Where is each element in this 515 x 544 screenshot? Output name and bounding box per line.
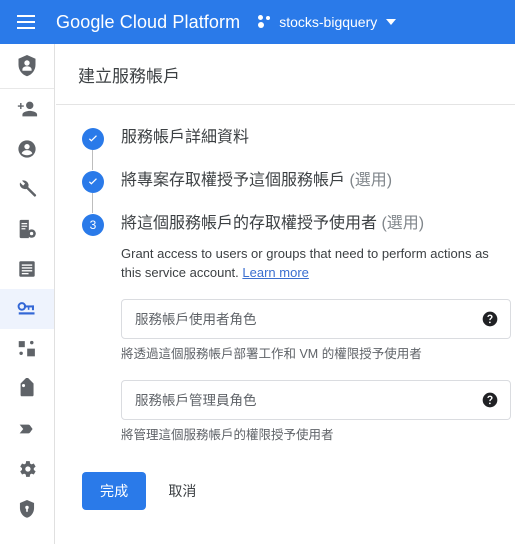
sidebar-item-labels[interactable]	[0, 369, 54, 409]
step-2[interactable]: 將專案存取權授予這個服務帳戶 (選用)	[82, 170, 515, 213]
step-3-body: Grant access to users or groups that nee…	[82, 244, 515, 444]
sidebar-item-logs[interactable]	[0, 249, 54, 289]
sidebar-item-person-add[interactable]	[0, 89, 54, 129]
step-2-optional: (選用)	[349, 172, 393, 189]
step-3-head[interactable]: 3 將這個服務帳戶的存取權授予使用者 (選用)	[82, 213, 515, 236]
step-3-marker-number: 3	[82, 214, 104, 236]
learn-more-link[interactable]: Learn more	[242, 265, 308, 280]
chevron-tag-icon	[19, 424, 33, 434]
step-1-title: 服務帳戶詳細資料	[121, 129, 250, 146]
service-account-users-role-input[interactable]	[122, 300, 510, 338]
account-circle-icon	[18, 140, 36, 158]
document-settings-icon	[19, 219, 36, 239]
dashboard-squares-icon	[18, 340, 35, 357]
sidebar-item-security[interactable]	[0, 489, 54, 529]
service-account-admins-role-input[interactable]	[122, 381, 510, 419]
key-icon	[17, 302, 35, 315]
hamburger-bar	[17, 27, 35, 29]
shield-icon	[19, 500, 35, 518]
step-3-title: 將這個服務帳戶的存取權授予使用者	[121, 215, 378, 232]
cancel-button[interactable]: 取消	[154, 472, 210, 510]
sidebar-item-tools[interactable]	[0, 169, 54, 209]
form-actions: 完成 取消	[56, 444, 515, 510]
brand-title[interactable]: Google Cloud Platform	[56, 12, 240, 33]
step-1-label: 服務帳戶詳細資料	[121, 127, 249, 149]
sidebar-item-quotas[interactable]	[0, 209, 54, 249]
service-account-users-role-box[interactable]	[121, 299, 511, 339]
project-name-label: stocks-bigquery	[279, 14, 378, 30]
project-selector[interactable]: stocks-bigquery	[258, 14, 397, 30]
chevron-down-icon	[386, 19, 397, 25]
top-app-bar: Google Cloud Platform stocks-bigquery	[0, 0, 515, 44]
service-account-admins-role-hint: 將管理這個服務帳戶的權限授予使用者	[121, 428, 334, 442]
hamburger-menu-icon[interactable]	[4, 0, 48, 44]
label-tag-icon	[20, 378, 34, 397]
sidebar-item-dashboard[interactable]	[0, 329, 54, 369]
step-3-label: 將這個服務帳戶的存取權授予使用者 (選用)	[121, 213, 424, 235]
service-account-users-role-group: 將透過這個服務帳戶部署工作和 VM 的權限授予使用者	[121, 299, 515, 363]
step-connector-1	[92, 150, 93, 170]
gear-icon	[20, 461, 36, 477]
step-1-head[interactable]: 服務帳戶詳細資料	[82, 127, 515, 150]
step-2-title: 將專案存取權授予這個服務帳戶	[121, 172, 346, 189]
help-icon[interactable]	[482, 392, 498, 408]
sidebar-item-account[interactable]	[0, 129, 54, 169]
sidebar-item-privacy[interactable]	[0, 409, 54, 449]
step-3-optional: (選用)	[381, 215, 425, 232]
service-account-admins-role-group: 將管理這個服務帳戶的權限授予使用者	[121, 380, 515, 444]
sidebar-item-settings[interactable]	[0, 449, 54, 489]
help-icon[interactable]	[482, 311, 498, 327]
service-account-admins-role-box[interactable]	[121, 380, 511, 420]
person-add-icon	[17, 101, 38, 117]
article-list-icon	[19, 261, 35, 277]
step-2-label: 將專案存取權授予這個服務帳戶 (選用)	[121, 170, 392, 192]
shield-person-icon	[18, 55, 36, 77]
step-2-head[interactable]: 將專案存取權授予這個服務帳戶 (選用)	[82, 170, 515, 193]
step-3[interactable]: 3 將這個服務帳戶的存取權授予使用者 (選用) Grant access to …	[82, 213, 515, 444]
sidebar-rail	[0, 44, 55, 544]
project-dots-icon	[258, 15, 272, 29]
hamburger-bar	[17, 21, 35, 23]
sidebar-header-icon-wrap[interactable]	[0, 44, 54, 89]
create-service-account-stepper: 服務帳戶詳細資料 將專案存取權授予這個服務帳戶 (選用) 3 將這個服務帳戶的存…	[56, 105, 515, 444]
hamburger-bar	[17, 15, 35, 17]
wrench-icon	[19, 180, 37, 197]
step-3-description: Grant access to users or groups that nee…	[121, 244, 493, 282]
step-1-marker-check-icon	[82, 128, 104, 150]
main-content: 建立服務帳戶 服務帳戶詳細資料 將專案存取權授予這個服務帳戶 (選用) 3 將這…	[56, 44, 515, 544]
step-connector-2	[92, 193, 93, 213]
done-button[interactable]: 完成	[82, 472, 147, 510]
page-title: 建立服務帳戶	[78, 67, 180, 86]
step-2-marker-check-icon	[82, 171, 104, 193]
sidebar-item-service-accounts[interactable]	[0, 289, 54, 329]
service-account-users-role-hint: 將透過這個服務帳戶部署工作和 VM 的權限授予使用者	[121, 347, 422, 361]
step-1[interactable]: 服務帳戶詳細資料	[82, 127, 515, 170]
